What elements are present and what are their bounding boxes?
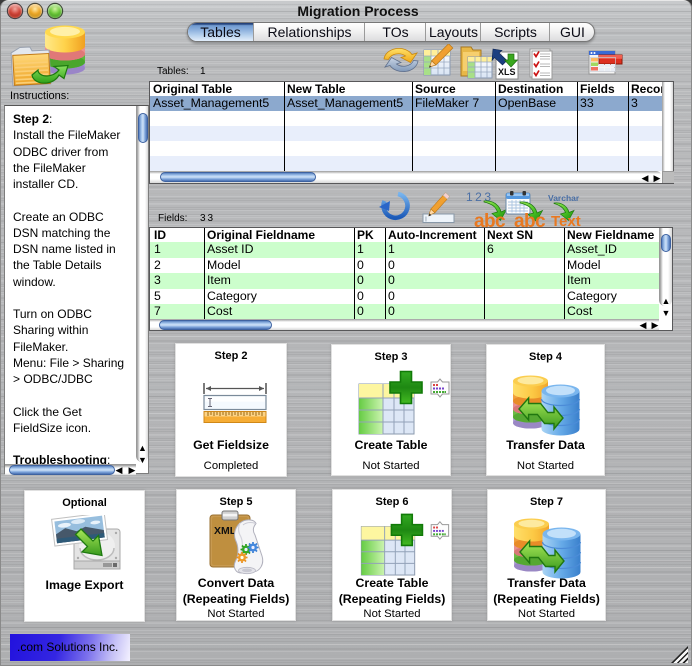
svg-text:I: I xyxy=(425,217,427,224)
svg-text:Varchar: Varchar xyxy=(548,193,580,203)
svg-text:XLS: XLS xyxy=(498,67,516,77)
